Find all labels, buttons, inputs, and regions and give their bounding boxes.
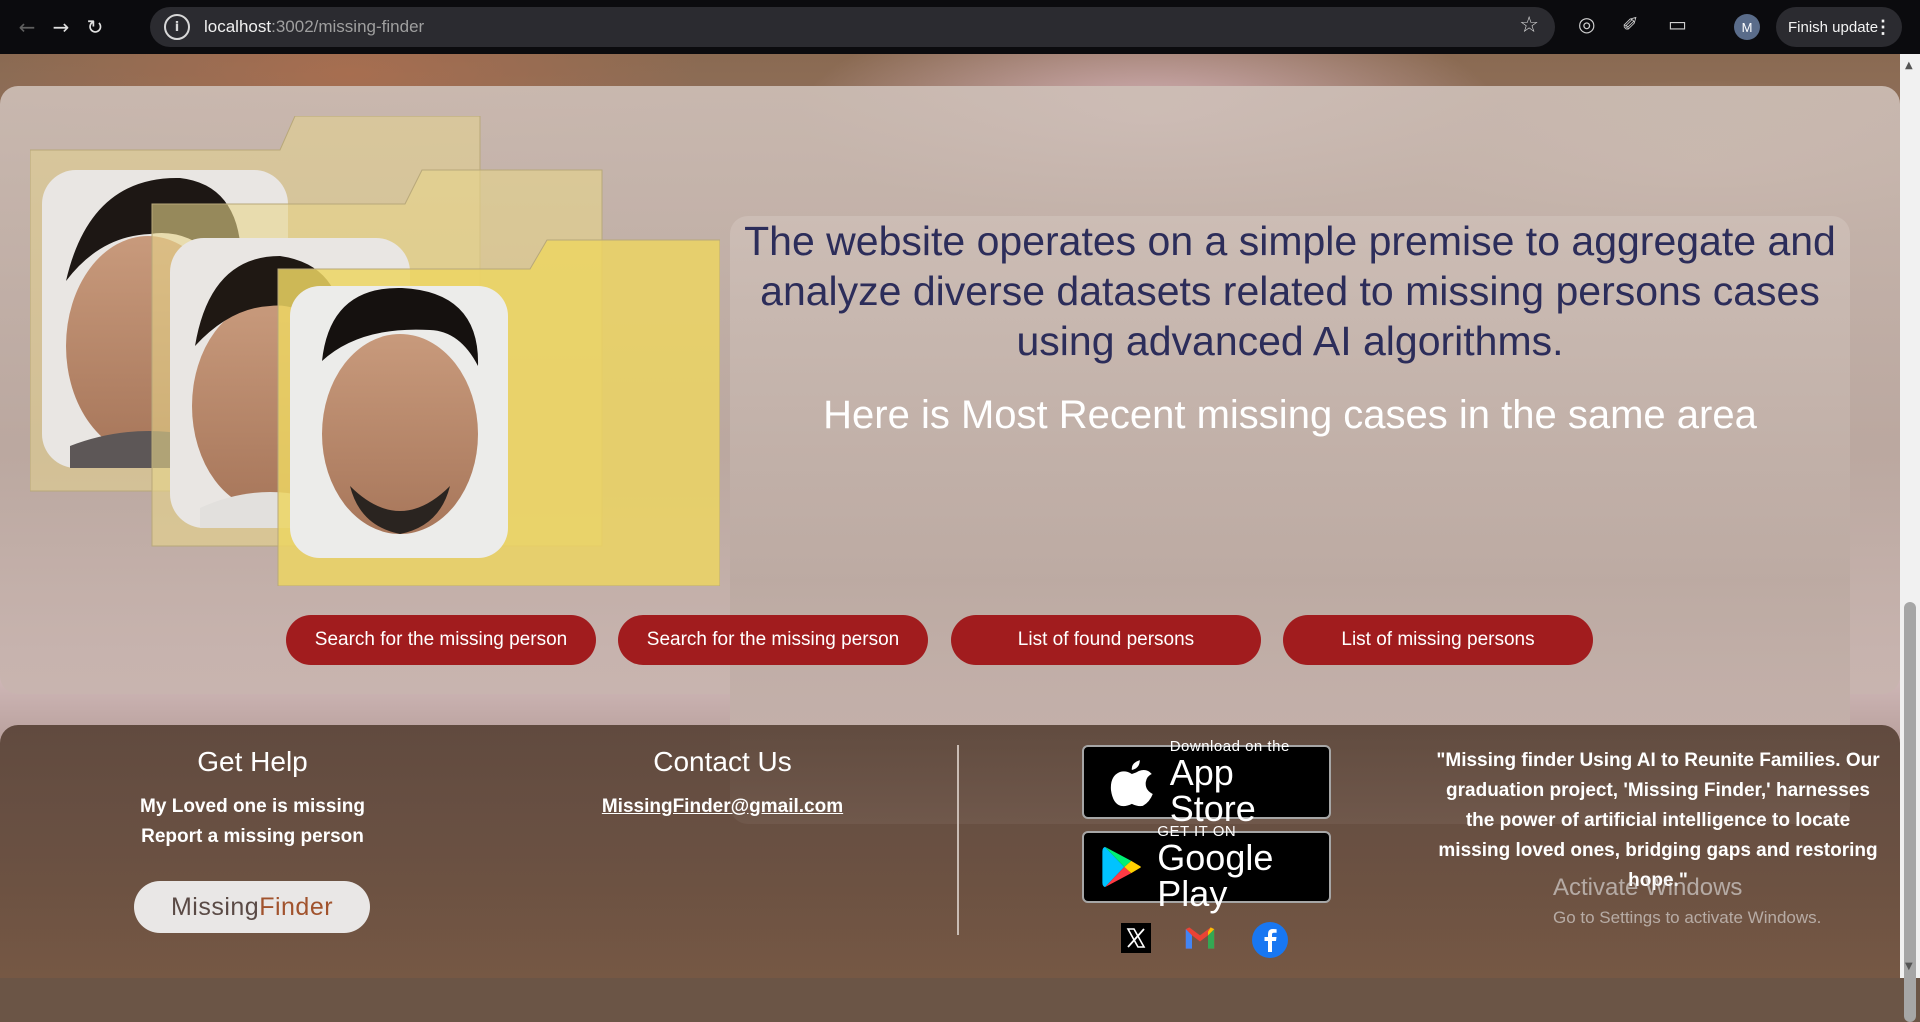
- site-info-icon[interactable]: i: [164, 14, 190, 40]
- address-bar[interactable]: i localhost:3002/missing-finder ☆: [150, 7, 1555, 47]
- finish-update-label: Finish update: [1788, 18, 1879, 36]
- google-play-icon: [1102, 846, 1141, 888]
- get-help-title: Get Help: [197, 746, 308, 777]
- reload-icon[interactable]: ↻: [78, 10, 112, 44]
- kebab-menu-icon[interactable]: ⋮: [1874, 17, 1892, 38]
- extensions-puzzle-icon[interactable]: ▭: [1668, 12, 1687, 36]
- scroll-down-arrow-icon[interactable]: ▼: [1905, 961, 1913, 972]
- app-store-badge[interactable]: Download on the App Store: [1082, 738, 1331, 826]
- activate-windows-title: Activate Windows: [1553, 874, 1743, 901]
- activate-windows-watermark: Activate Windows Go to Settings to activ…: [1553, 874, 1821, 928]
- search-missing-person-button[interactable]: Search for the missing person: [286, 615, 596, 665]
- finish-update-button[interactable]: Finish update ⋮: [1776, 7, 1902, 47]
- url-text[interactable]: localhost:3002/missing-finder: [204, 17, 424, 37]
- app-store-big-text: App Store: [1169, 751, 1256, 829]
- missing-persons-folders-illustration: [30, 116, 720, 586]
- missing-finder-logo[interactable]: Missing Finder: [134, 881, 370, 933]
- contact-us-title: Contact Us: [653, 746, 792, 777]
- activate-windows-subtitle: Go to Settings to activate Windows.: [1553, 908, 1822, 927]
- logo-text-accent: Finder: [259, 892, 334, 921]
- search-missing-person-button-2[interactable]: Search for the missing person: [618, 615, 928, 665]
- page-scrollbar[interactable]: ▲ ▼: [1900, 54, 1920, 1022]
- google-play-big-text: Google Play: [1157, 836, 1274, 914]
- gmail-icon[interactable]: [1184, 922, 1216, 954]
- google-play-badge[interactable]: GET IT ON Google Play: [1082, 823, 1331, 911]
- report-missing-person-link[interactable]: Report a missing person: [100, 822, 405, 852]
- hero-subheadline: Here is Most Recent missing cases in the…: [823, 393, 1757, 437]
- list-missing-persons-button[interactable]: List of missing persons: [1283, 615, 1593, 665]
- lens-icon[interactable]: ◎: [1578, 12, 1595, 36]
- url-path: :3002/missing-finder: [271, 17, 425, 36]
- scrollbar-thumb[interactable]: [1904, 602, 1916, 1022]
- bookmark-star-icon[interactable]: ☆: [1519, 13, 1539, 38]
- logo-text: Missing: [170, 892, 260, 921]
- forward-arrow-icon[interactable]: →: [44, 10, 78, 44]
- browser-toolbar: ← → ↻ i localhost:3002/missing-finder ☆ …: [0, 0, 1920, 54]
- url-host: localhost: [204, 17, 272, 36]
- my-loved-one-missing-link[interactable]: My Loved one is missing: [100, 792, 405, 822]
- facebook-icon[interactable]: [1252, 922, 1288, 958]
- folder-front: [277, 239, 720, 586]
- apple-icon: [1110, 760, 1153, 807]
- scroll-up-arrow-icon[interactable]: ▲: [1905, 60, 1913, 71]
- back-arrow-icon[interactable]: ←: [10, 10, 44, 44]
- footer-divider: [957, 745, 959, 935]
- list-found-persons-button[interactable]: List of found persons: [951, 615, 1261, 665]
- profile-avatar[interactable]: M: [1734, 14, 1760, 40]
- customize-brush-icon[interactable]: ✐: [1622, 12, 1639, 36]
- contact-email-link[interactable]: MissingFinder@gmail.com: [560, 796, 885, 818]
- x-icon[interactable]: [1120, 922, 1152, 954]
